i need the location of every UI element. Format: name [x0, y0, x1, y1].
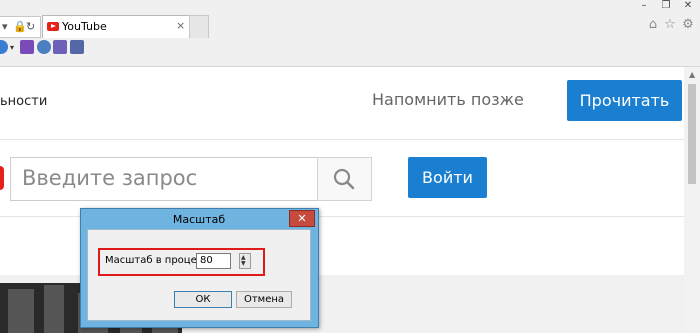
bookmark-icon[interactable]	[20, 40, 34, 54]
title-bar	[0, 0, 700, 14]
youtube-logo[interactable]	[0, 166, 4, 190]
tab-close-icon[interactable]: ×	[176, 19, 185, 32]
gear-icon[interactable]: ⚙	[681, 18, 695, 32]
bookmark-icon[interactable]	[70, 40, 84, 54]
cancel-button[interactable]: Отмена	[236, 291, 292, 308]
settings-bookmark-icon[interactable]	[37, 40, 51, 54]
close-window-icon[interactable]: ✕	[680, 0, 696, 12]
dialog-title: Масштаб	[172, 213, 226, 226]
minimize-icon[interactable]: –	[636, 0, 652, 12]
refresh-icon[interactable]: ↻	[26, 20, 35, 33]
banner-text: ьности	[0, 94, 48, 109]
restore-icon[interactable]: ❐	[658, 0, 674, 12]
scroll-up-icon[interactable]: ▲	[689, 70, 695, 79]
play-icon	[51, 24, 56, 28]
lock-icon: 🔒	[13, 20, 27, 33]
dropdown-icon[interactable]: ▾	[2, 20, 8, 33]
remind-later-link[interactable]: Напомнить позже	[372, 90, 524, 109]
login-button[interactable]: Войти	[408, 157, 487, 198]
search-icon	[333, 168, 355, 190]
toolbar-divider	[0, 58, 700, 67]
dialog-close-icon[interactable]: ✕	[289, 210, 315, 227]
favorites-bar	[0, 38, 700, 58]
help-dropdown-icon[interactable]: ▾	[10, 43, 14, 52]
search-placeholder: Введите запрос	[22, 166, 198, 190]
bookmark-icon[interactable]	[53, 40, 67, 54]
search-button[interactable]	[317, 157, 372, 201]
scale-percent-input[interactable]: 80	[196, 253, 231, 269]
new-tab-button[interactable]	[189, 15, 209, 38]
home-icon[interactable]: ⌂	[646, 18, 660, 32]
stepper-down-icon[interactable]: ▼	[241, 261, 246, 267]
star-icon[interactable]: ☆	[663, 18, 677, 32]
ok-button[interactable]: ОК	[174, 291, 232, 308]
scrollbar-thumb[interactable]	[688, 84, 696, 184]
read-button[interactable]: Прочитать	[567, 80, 682, 121]
tab-title: YouTube	[62, 20, 107, 33]
